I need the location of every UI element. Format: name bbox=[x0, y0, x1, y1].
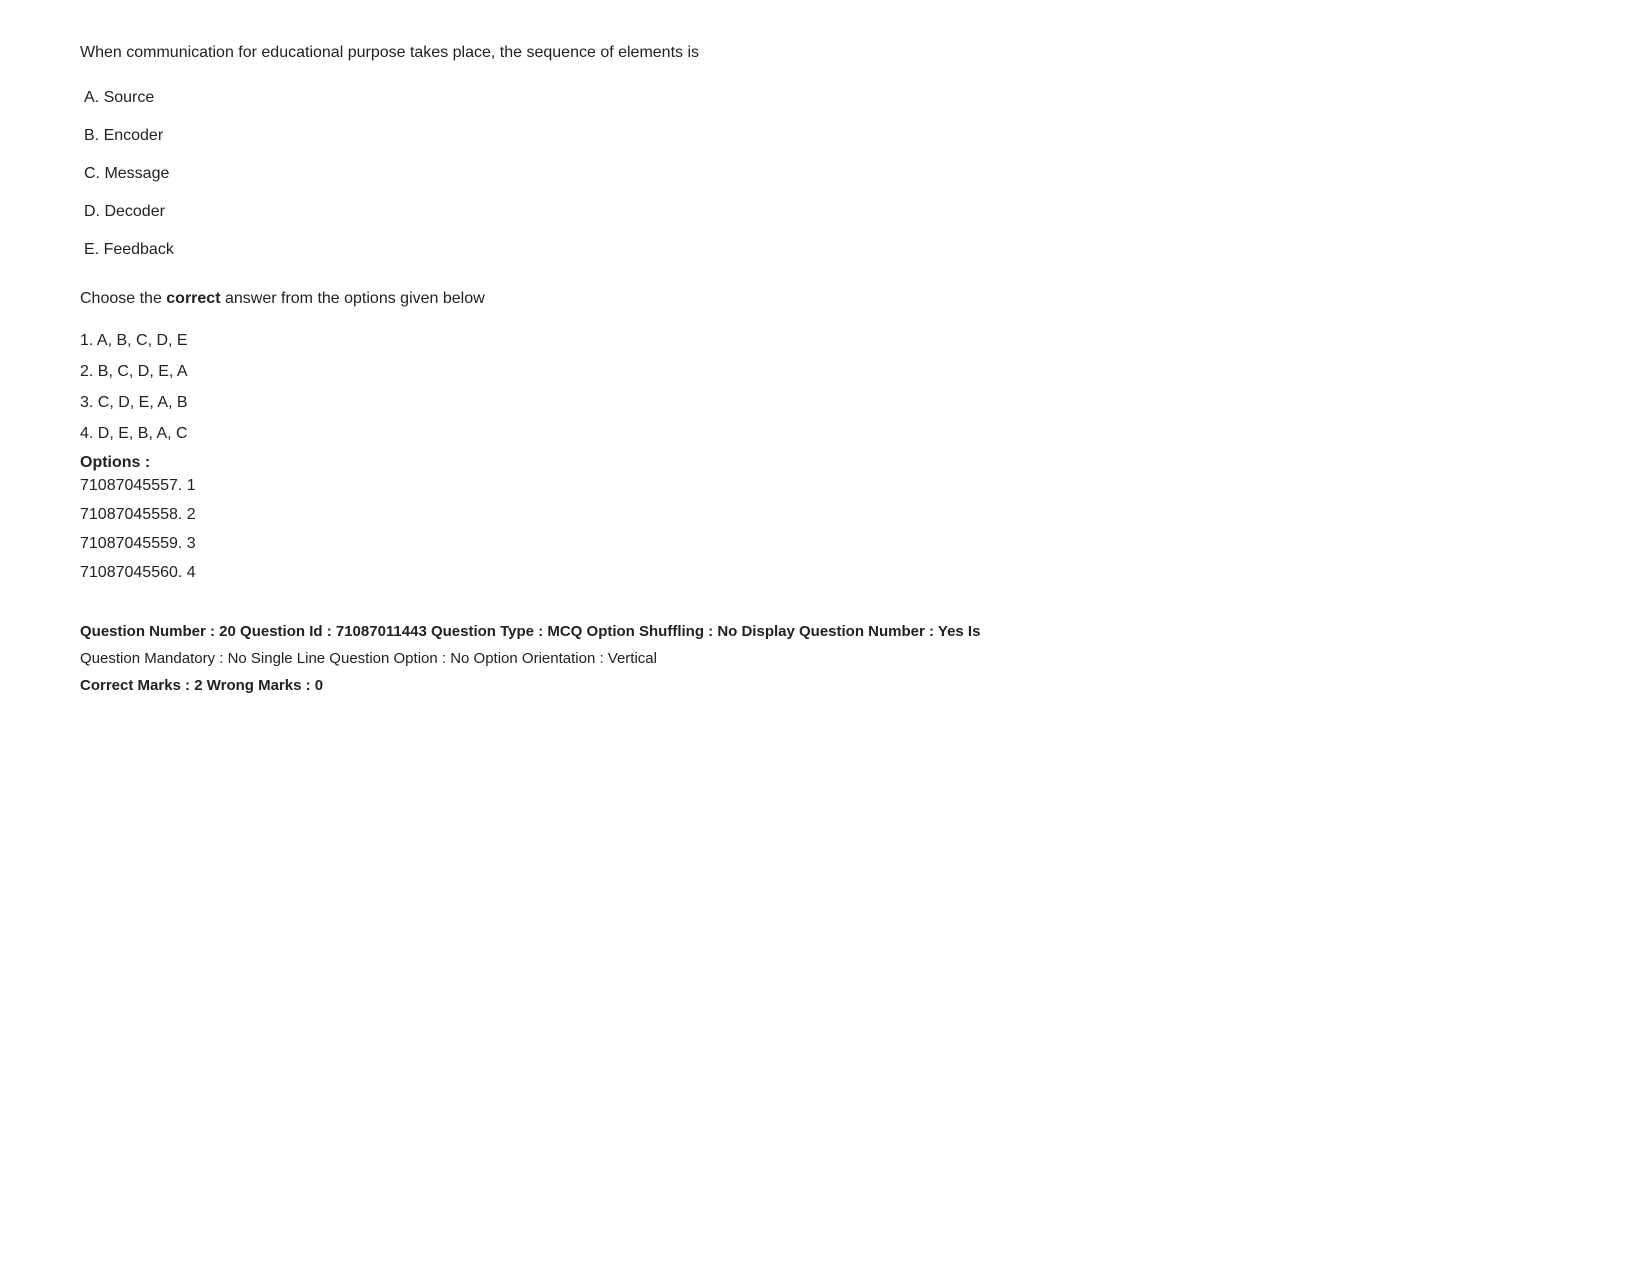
options-label: Options : bbox=[80, 454, 1570, 472]
answer-1: 1. A, B, C, D, E bbox=[80, 327, 1570, 356]
meta-info: Question Number : 20 Question Id : 71087… bbox=[80, 618, 1570, 699]
answer-2: 2. B, C, D, E, A bbox=[80, 358, 1570, 387]
meta-line2: Question Mandatory : No Single Line Ques… bbox=[80, 645, 1570, 672]
option-e: E. Feedback bbox=[80, 238, 1570, 262]
question-body: When communication for educational purpo… bbox=[80, 44, 699, 61]
answer-list: 1. A, B, C, D, E 2. B, C, D, E, A 3. C, … bbox=[80, 327, 1570, 448]
option-ids: 71087045557. 1 71087045558. 2 7108704555… bbox=[80, 472, 1570, 587]
option-id-4: 71087045560. 4 bbox=[80, 559, 1570, 588]
option-id-1: 71087045557. 1 bbox=[80, 472, 1570, 501]
option-a: A. Source bbox=[80, 86, 1570, 110]
option-id-2: 71087045558. 2 bbox=[80, 501, 1570, 530]
meta-line3: Correct Marks : 2 Wrong Marks : 0 bbox=[80, 672, 1570, 699]
option-c: C. Message bbox=[80, 162, 1570, 186]
answer-4: 4. D, E, B, A, C bbox=[80, 420, 1570, 449]
choose-text: Choose the correct answer from the optio… bbox=[80, 286, 1570, 312]
question-container: When communication for educational purpo… bbox=[80, 40, 1570, 699]
option-b: B. Encoder bbox=[80, 124, 1570, 148]
option-d: D. Decoder bbox=[80, 200, 1570, 224]
question-text: When communication for educational purpo… bbox=[80, 40, 1570, 66]
answer-3: 3. C, D, E, A, B bbox=[80, 389, 1570, 418]
meta-line1: Question Number : 20 Question Id : 71087… bbox=[80, 618, 1570, 645]
option-id-3: 71087045559. 3 bbox=[80, 530, 1570, 559]
